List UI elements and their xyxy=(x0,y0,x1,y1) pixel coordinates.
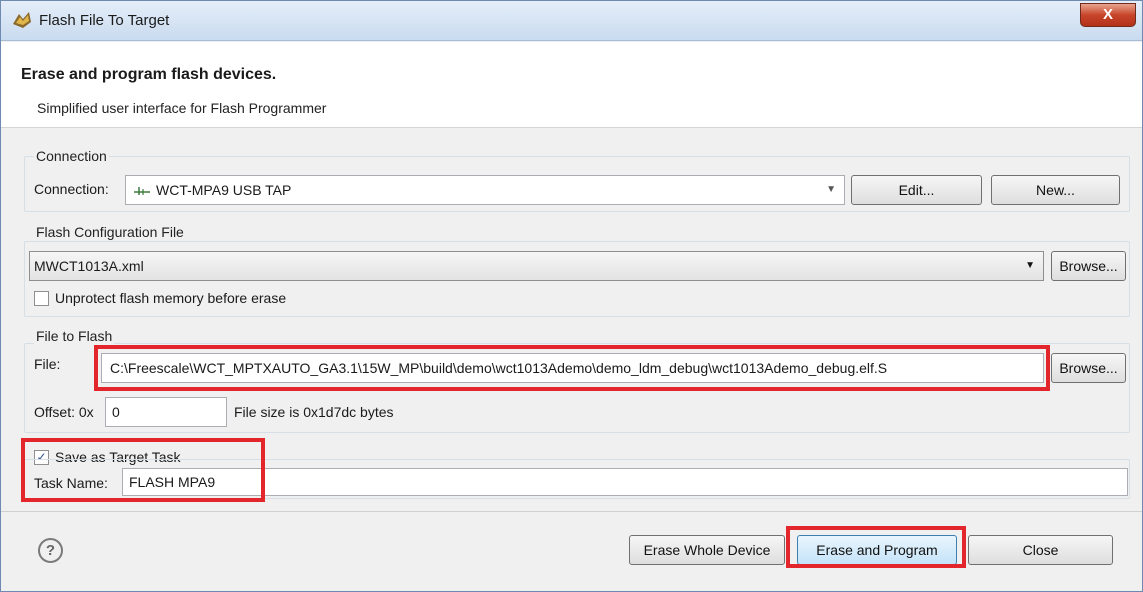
new-connection-button[interactable]: New... xyxy=(991,175,1120,205)
flash-programmer-icon xyxy=(13,12,31,28)
footer-separator xyxy=(1,511,1142,512)
help-icon[interactable]: ? xyxy=(38,538,63,563)
flash-file-dialog: Flash File To Target X Erase and program… xyxy=(0,0,1143,592)
erase-whole-device-button[interactable]: Erase Whole Device xyxy=(629,535,785,565)
highlight-erase-and-program xyxy=(786,526,966,568)
chevron-down-icon: ▼ xyxy=(1025,260,1035,271)
header-title: Erase and program flash devices. xyxy=(21,66,277,83)
file-label: File: xyxy=(34,356,61,372)
close-window-button[interactable]: X xyxy=(1080,3,1136,27)
highlight-target-task xyxy=(21,438,265,502)
highlight-file-path xyxy=(94,345,1050,391)
flash-config-group-label: Flash Configuration File xyxy=(34,224,186,240)
flash-config-select[interactable]: MWCT1013A.xml ▼ xyxy=(29,251,1044,281)
flash-config-browse-button[interactable]: Browse... xyxy=(1051,251,1126,281)
edit-connection-button[interactable]: Edit... xyxy=(851,175,982,205)
file-browse-button[interactable]: Browse... xyxy=(1051,353,1126,383)
dialog-header: Erase and program flash devices. Simplif… xyxy=(1,42,1142,128)
close-button[interactable]: Close xyxy=(968,535,1113,565)
connection-select[interactable]: WCT-MPA9 USB TAP ▼ xyxy=(125,175,845,205)
connection-label: Connection: xyxy=(34,181,109,197)
unprotect-label: Unprotect flash memory before erase xyxy=(55,290,287,306)
title-bar: Flash File To Target X xyxy=(1,1,1142,41)
file-size-text: File size is 0x1d7dc bytes xyxy=(234,404,394,420)
flash-config-value: MWCT1013A.xml xyxy=(34,258,144,274)
connection-value: WCT-MPA9 USB TAP xyxy=(156,182,292,198)
usb-connector-icon xyxy=(134,187,150,195)
header-subtitle: Simplified user interface for Flash Prog… xyxy=(37,100,327,116)
task-name-input[interactable]: FLASH MPA9 xyxy=(122,468,1128,496)
file-to-flash-group-label: File to Flash xyxy=(34,328,115,344)
unprotect-checkbox[interactable] xyxy=(34,291,49,306)
offset-input[interactable]: 0 xyxy=(105,397,227,427)
offset-label: Offset: 0x xyxy=(34,404,94,420)
connection-group-label: Connection xyxy=(34,148,109,164)
window-title: Flash File To Target xyxy=(39,12,170,29)
chevron-down-icon: ▼ xyxy=(826,184,836,195)
